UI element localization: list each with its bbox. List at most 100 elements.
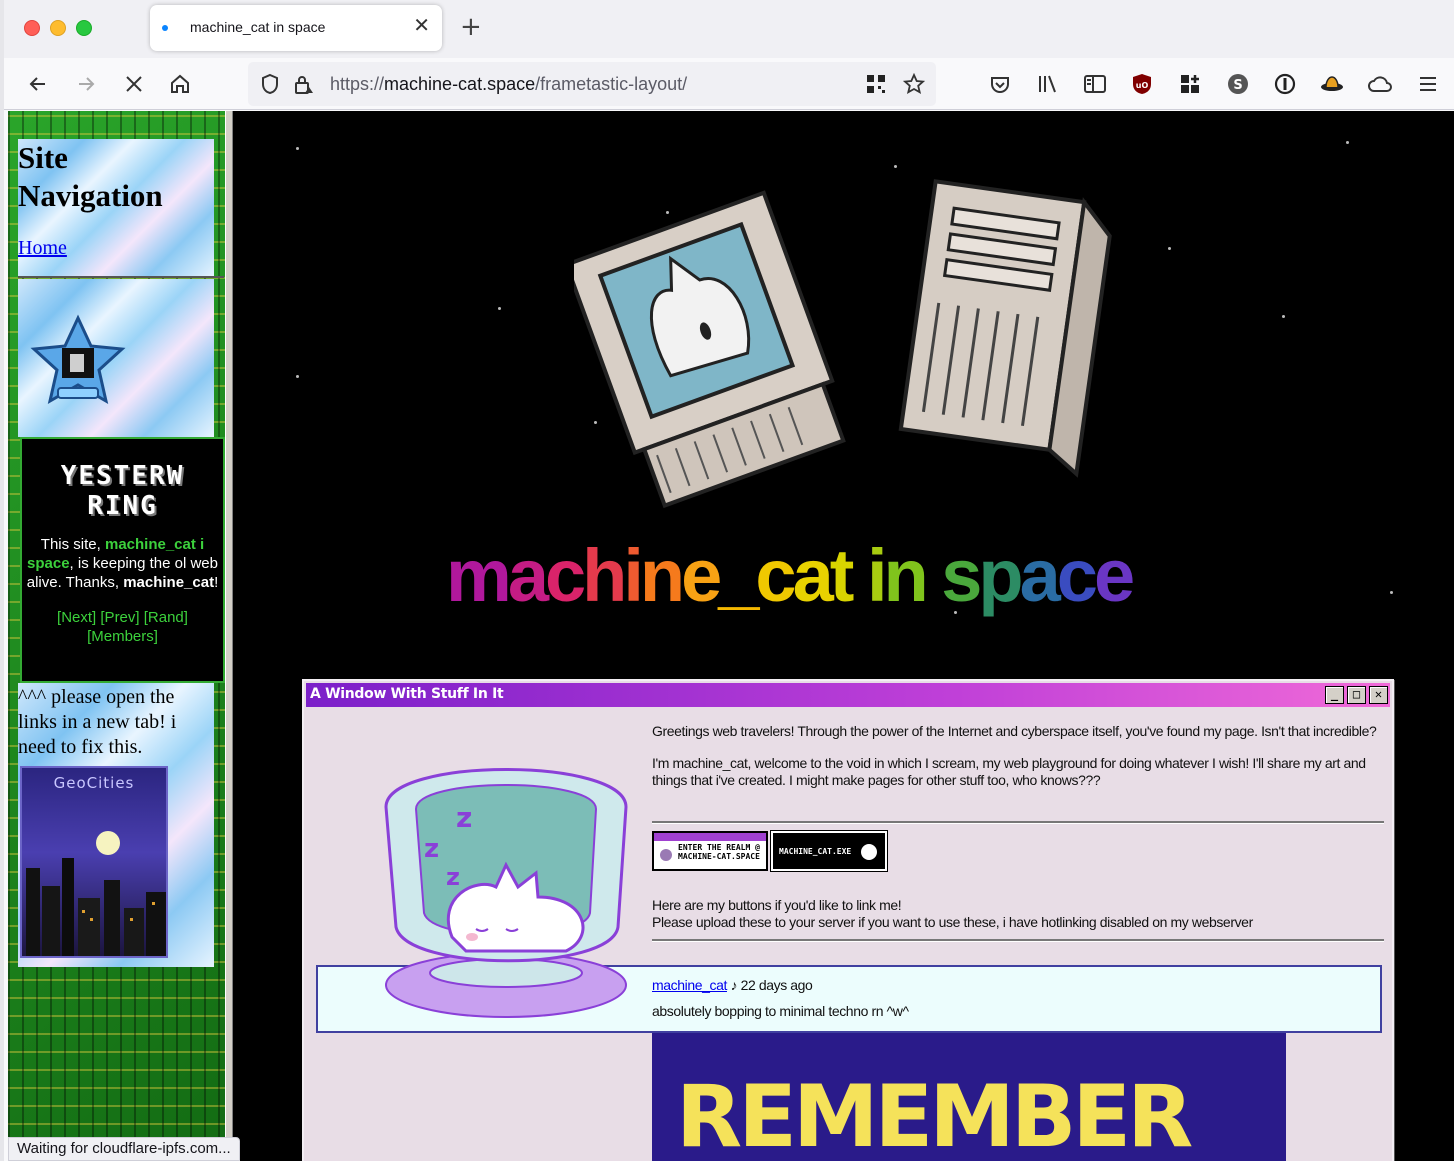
webring-links[interactable]: [Next] [Prev] [Rand] [Members] <box>22 608 223 646</box>
shield-icon[interactable] <box>256 70 284 98</box>
home-icon[interactable] <box>164 68 196 100</box>
city-skyline-icon <box>26 831 166 956</box>
site-navigation-panel: Site Navigation Home <box>18 139 214 277</box>
button-header-bar <box>654 833 766 841</box>
site-title-letter: e <box>681 534 722 617</box>
pocket-icon[interactable] <box>984 68 1016 100</box>
site-title-letter: p <box>978 534 1023 617</box>
browser-window: machine_cat in space ✕ + https://machine… <box>0 0 1454 1161</box>
extensions-icon[interactable] <box>1174 68 1206 100</box>
window-titlebar[interactable]: A Window With Stuff In It _ □ ✕ <box>306 683 1390 707</box>
nav-divider <box>18 276 224 278</box>
computer-illustration <box>574 179 1112 509</box>
content-window: A Window With Stuff In It _ □ ✕ Greeting… <box>302 679 1394 1161</box>
sync-s-icon[interactable]: S <box>1222 68 1254 100</box>
webring-star-icon[interactable] <box>28 314 128 414</box>
zoom-window-button[interactable] <box>76 20 92 36</box>
site-title-letter: s <box>941 534 982 617</box>
stop-icon[interactable] <box>118 68 150 100</box>
geocities-banner[interactable]: GeoCities <box>20 766 168 958</box>
tab-close-icon[interactable]: ✕ <box>413 15 430 35</box>
webring-text-prefix: This site, <box>40 536 105 553</box>
star <box>894 165 897 168</box>
enter-realm-button[interactable]: ENTER THE REALM @ MACHINE-CAT.SPACE <box>652 831 768 871</box>
site-title-letter: _ <box>718 534 759 617</box>
site-title-letter: t <box>829 534 855 617</box>
machine-cat-exe-button[interactable]: MACHINE_CAT.EXE <box>770 830 888 872</box>
tab-strip: machine_cat in space ✕ + <box>4 0 1454 58</box>
site-title-letter: n <box>639 534 685 617</box>
forward-icon[interactable] <box>70 68 102 100</box>
main-frame: machine_cat in space A Window With Stuff… <box>234 111 1454 1161</box>
back-icon[interactable] <box>22 68 54 100</box>
star <box>498 307 501 310</box>
qr-icon[interactable] <box>862 70 890 98</box>
star <box>1168 247 1171 250</box>
webring-description: This site, machine_cat i space, is keepi… <box>26 535 219 592</box>
svg-text:S: S <box>1233 78 1242 93</box>
site-title-letter: a <box>792 534 834 617</box>
menu-icon[interactable] <box>1412 68 1444 100</box>
cloud-icon[interactable] <box>1364 68 1396 100</box>
cat-face-icon <box>660 849 672 861</box>
star <box>1390 591 1393 594</box>
site-title-letter: a <box>1019 534 1061 617</box>
close-window-button[interactable] <box>24 20 40 36</box>
site-title-letter <box>925 531 942 621</box>
loading-dot-icon <box>162 25 168 31</box>
site-title-letter: i <box>866 534 887 617</box>
webring-title: YESTERW RING <box>22 461 223 521</box>
active-tab[interactable]: machine_cat in space ✕ <box>150 5 442 51</box>
nav-heading: Site Navigation <box>18 140 163 213</box>
site-title-letter: c <box>755 534 796 617</box>
window-maximize-button[interactable]: □ <box>1347 686 1366 704</box>
url-text[interactable]: https://machine-cat.space/frametastic-la… <box>330 74 687 95</box>
status-header: machine_cat ♪ 22 days ago <box>652 977 813 993</box>
window-minimize-button[interactable]: _ <box>1325 686 1344 704</box>
svg-text:uO: uO <box>1136 81 1149 90</box>
site-title-letter <box>850 531 867 621</box>
ublock-icon[interactable]: uO <box>1126 68 1158 100</box>
window-title: A Window With Stuff In It <box>310 686 504 702</box>
webring-title-line1: YESTERW <box>60 461 185 491</box>
nav-link-home[interactable]: Home <box>18 237 214 260</box>
status-user-link[interactable]: machine_cat <box>652 977 727 993</box>
svg-text:z: z <box>456 801 472 834</box>
new-tab-button[interactable]: + <box>460 12 482 42</box>
sleeping-cat-computer-icon: z z z <box>384 768 628 1018</box>
status-message: absolutely bopping to minimal techno rn … <box>652 1003 909 1019</box>
cat-face-icon <box>861 844 877 860</box>
bookmark-star-icon[interactable] <box>900 70 928 98</box>
window-close-button[interactable]: ✕ <box>1369 686 1388 704</box>
site-title-letter: c <box>544 534 586 617</box>
status-meta: ♪ 22 days ago <box>726 977 813 993</box>
browser-status-bar: Waiting for cloudflare-ipfs.com... <box>8 1137 240 1161</box>
hat-icon[interactable] <box>1316 68 1348 100</box>
minimize-window-button[interactable] <box>50 20 66 36</box>
site-title-letter: m <box>446 534 512 617</box>
library-icon[interactable] <box>1032 68 1064 100</box>
star <box>1346 141 1349 144</box>
site-title: machine_cat in space <box>446 531 1135 621</box>
svg-text:z: z <box>446 863 460 891</box>
lock-icon[interactable] <box>290 70 318 98</box>
url-host: machine-cat.space <box>384 74 536 94</box>
webring-text-suffix: ! <box>214 574 219 591</box>
star-badge-panel <box>18 279 214 437</box>
tab-title: machine_cat in space <box>190 19 326 35</box>
buttons-note-line2: Please upload these to your server if yo… <box>652 914 1253 930</box>
webring-owner-name: machine_cat <box>123 574 215 591</box>
webring-box: YESTERW RING This site, machine_cat i sp… <box>20 437 225 683</box>
machine-cat-exe-label: MACHINE_CAT.EXE <box>779 847 852 856</box>
sidebar-icon[interactable] <box>1079 68 1111 100</box>
navigation-toolbar: https://machine-cat.space/frametastic-la… <box>4 58 1454 110</box>
remember-text: REMEMBER <box>676 1067 1193 1161</box>
onepassword-icon[interactable] <box>1269 68 1301 100</box>
buttons-note-line1: Here are my buttons if you'd like to lin… <box>652 897 902 913</box>
site-title-letter: a <box>507 534 549 617</box>
site-title-letter: n <box>883 534 929 617</box>
frame-divider[interactable] <box>225 111 233 1161</box>
star <box>296 147 299 150</box>
page-viewport: Site Navigation Home YESTERW RING This s… <box>8 111 1454 1161</box>
address-bar[interactable]: https://machine-cat.space/frametastic-la… <box>248 62 936 106</box>
